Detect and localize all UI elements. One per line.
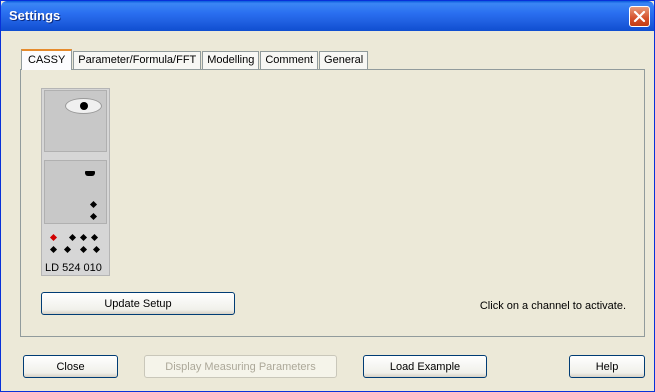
terminal-dot-icon[interactable] (68, 233, 77, 242)
close-window-button[interactable] (629, 6, 650, 27)
help-button[interactable]: Help (569, 355, 645, 378)
title-bar[interactable]: Settings (1, 1, 654, 31)
terminal-dot-icon[interactable] (89, 200, 98, 209)
device-module-middle[interactable] (44, 160, 107, 224)
tab-comment[interactable]: Comment (260, 51, 319, 70)
terminal-dot-icon[interactable] (49, 245, 58, 254)
tab-modelling[interactable]: Modelling (202, 51, 260, 70)
terminal-dot-icon[interactable] (90, 233, 99, 242)
tab-strip: CASSY Parameter/Formula/FFT Modelling Co… (21, 49, 369, 70)
slot-icon (85, 171, 95, 176)
settings-window: Settings CASSY Parameter/Formula/FFT Mod… (0, 0, 655, 392)
device-module-top[interactable] (44, 90, 107, 152)
tab-cassy[interactable]: CASSY (21, 49, 73, 70)
tab-general[interactable]: General (319, 51, 369, 70)
terminal-dot-icon[interactable] (79, 233, 88, 242)
window-title: Settings (9, 8, 61, 23)
red-indicator-dot-icon (49, 233, 58, 242)
close-icon (633, 10, 646, 23)
terminal-dot-icon[interactable] (89, 212, 98, 221)
display-measuring-parameters-button[interactable]: Display Measuring Parameters (144, 355, 337, 378)
terminal-dot-icon[interactable] (79, 245, 88, 254)
update-setup-button[interactable]: Update Setup (41, 292, 235, 315)
terminal-dot-icon[interactable] (92, 245, 101, 254)
load-example-button[interactable]: Load Example (363, 355, 487, 378)
sensor-socket-icon[interactable] (65, 98, 102, 114)
device-terminal-row (44, 230, 107, 258)
close-button[interactable]: Close (23, 355, 118, 378)
device-model-label: LD 524 010 (45, 262, 102, 274)
cassy-device[interactable]: LD 524 010 (41, 88, 110, 276)
terminal-dot-icon[interactable] (63, 245, 72, 254)
channel-hint-text: Click on a channel to activate. (479, 300, 626, 312)
tab-parameter-formula-fft[interactable]: Parameter/Formula/FFT (73, 51, 202, 70)
